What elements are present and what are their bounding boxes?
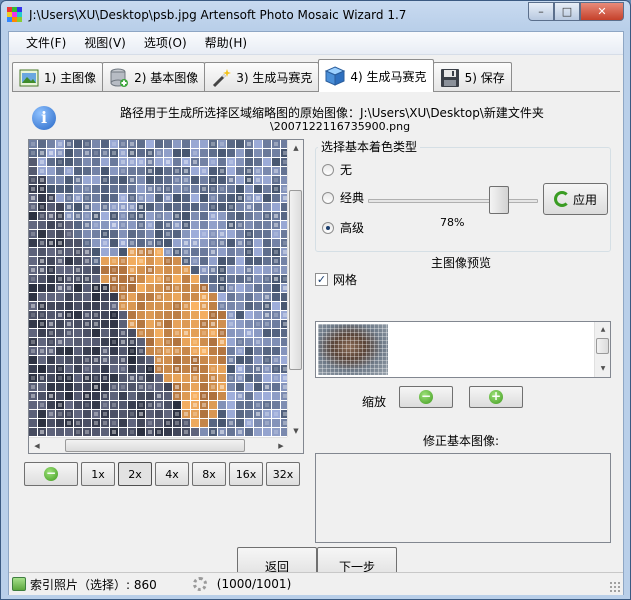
resize-grip-icon[interactable] (609, 581, 621, 593)
database-icon (110, 68, 129, 87)
apply-label: 应用 (572, 192, 597, 207)
preview-zoom-in-button[interactable]: + (469, 386, 523, 408)
minimize-button[interactable]: – (528, 2, 554, 21)
grid-checkbox[interactable]: ✓ 网格 (315, 271, 357, 288)
app-window: J:\Users\XU\Desktop\psb.jpg Artensoft Ph… (0, 0, 631, 600)
tab-base-images[interactable]: 2) 基本图像 (102, 62, 206, 92)
progress-status: (1000/1001) (216, 577, 292, 591)
preview-title: 主图像预览 (431, 256, 492, 270)
tab-generate-mosaic[interactable]: 3) 生成马赛克 (204, 62, 320, 92)
radio-classic[interactable]: 经典 (322, 189, 364, 206)
zoom-32x-button[interactable]: 32x (266, 462, 300, 486)
menu-bar: 文件(F) 视图(V) 选项(O) 帮助(H) (9, 32, 623, 55)
minus-icon: − (44, 466, 58, 481)
tab-label: 2) 基本图像 (134, 71, 199, 85)
tab-page: i 路径用于生成所选择区域缩略图的原始图像：J:\Users\XU\Deskto… (12, 91, 620, 585)
vertical-scroll-thumb[interactable] (289, 190, 302, 370)
scroll-up-arrow-icon[interactable]: ▲ (595, 322, 611, 338)
zoom-8x-button[interactable]: 8x (192, 462, 226, 486)
radio-indicator-selected (322, 221, 334, 234)
preview-zoom-label: 缩放 (362, 395, 387, 409)
plus-icon: + (489, 389, 503, 404)
checkbox-checked-icon: ✓ (315, 273, 328, 286)
zoom-1x-button[interactable]: 1x (81, 462, 115, 486)
scroll-corner (287, 437, 303, 453)
radio-label: 无 (340, 163, 353, 177)
color-strength-slider[interactable] (368, 199, 538, 203)
zoom-2x-button[interactable]: 2x (118, 462, 152, 486)
scroll-down-arrow-icon[interactable]: ▼ (595, 361, 611, 377)
fix-base-images-title: 修正基本图像: (423, 434, 500, 448)
preview-zoom-out-button[interactable]: − (399, 386, 453, 408)
magic-wand-icon (213, 68, 232, 87)
minus-icon: − (419, 389, 433, 404)
maximize-button[interactable]: □ (554, 2, 580, 21)
radio-label: 高级 (340, 221, 365, 235)
menu-help[interactable]: 帮助(H) (196, 33, 256, 53)
mosaic-image[interactable] (29, 140, 289, 439)
menu-file[interactable]: 文件(F) (17, 33, 75, 53)
zoom-out-button[interactable]: − (24, 462, 78, 486)
client-area: 文件(F) 视图(V) 选项(O) 帮助(H) 1) 主图像 2) 基本图像 3… (8, 31, 624, 595)
preview-thumbnail (318, 324, 388, 375)
apply-button[interactable]: 应用 (543, 183, 608, 215)
scroll-left-arrow-icon[interactable]: ◀ (29, 438, 45, 453)
title-bar[interactable]: J:\Users\XU\Desktop\psb.jpg Artensoft Ph… (1, 1, 630, 31)
tab-label: 1) 主图像 (44, 71, 97, 85)
source-file-name: \2007122116735900.png (270, 120, 411, 133)
scroll-up-arrow-icon[interactable]: ▲ (288, 140, 303, 156)
radio-none[interactable]: 无 (322, 161, 352, 178)
tab-label: 5) 保存 (464, 71, 505, 85)
radio-label: 经典 (340, 191, 365, 205)
refresh-icon (553, 191, 570, 207)
radio-indicator (322, 163, 334, 176)
menu-options[interactable]: 选项(O) (135, 33, 196, 53)
mosaic-viewer[interactable]: ▲ ▼ ◀ ▶ (28, 139, 304, 454)
vertical-scrollbar[interactable]: ▲ ▼ (287, 140, 303, 439)
status-bar: 索引照片（选择）: 860 (1000/1001) (9, 572, 623, 595)
source-path-text: 路径用于生成所选择区域缩略图的原始图像：J:\Users\XU\Desktop\… (120, 106, 544, 120)
fix-base-images-list[interactable] (315, 453, 611, 543)
preview-scroll-thumb[interactable] (596, 338, 609, 354)
horizontal-scrollbar[interactable]: ◀ ▶ (29, 437, 289, 453)
zoom-4x-button[interactable]: 4x (155, 462, 189, 486)
close-button[interactable]: ✕ (580, 2, 624, 21)
grid-label: 网格 (333, 273, 358, 287)
color-strength-value: 78% (440, 216, 465, 229)
tab-save[interactable]: 5) 保存 (432, 62, 512, 92)
color-type-title: 选择基本着色类型 (318, 138, 421, 155)
menu-view[interactable]: 视图(V) (75, 33, 135, 53)
main-image-icon (19, 69, 39, 86)
photos-icon (12, 577, 26, 591)
radio-indicator (322, 191, 334, 204)
tab-generate-mosaic-active[interactable]: 4) 生成马赛克 (318, 59, 434, 92)
spinner-icon (192, 577, 207, 591)
zoom-16x-button[interactable]: 16x (229, 462, 263, 486)
index-photos-status: 索引照片（选择）: 860 (30, 577, 157, 592)
color-strength-slider-thumb[interactable] (489, 186, 509, 214)
tab-main-image[interactable]: 1) 主图像 (12, 62, 104, 92)
horizontal-scroll-thumb[interactable] (65, 439, 245, 452)
tab-label: 3) 生成马赛克 (236, 71, 313, 85)
cube-icon (325, 66, 346, 86)
info-icon: i (32, 106, 56, 130)
main-image-preview[interactable]: ▲ ▼ (315, 321, 611, 378)
floppy-disk-icon (440, 68, 459, 87)
radio-advanced[interactable]: 高级 (322, 219, 364, 236)
app-icon (7, 7, 22, 22)
wizard-tabs: 1) 主图像 2) 基本图像 3) 生成马赛克 4) 生成马赛克 5) 保存 (12, 59, 512, 92)
window-title: J:\Users\XU\Desktop\psb.jpg Artensoft Ph… (29, 8, 407, 22)
preview-scrollbar[interactable]: ▲ ▼ (594, 322, 610, 377)
tab-label: 4) 生成马赛克 (350, 69, 427, 84)
zoom-toolbar: − 1x 2x 4x 8x 16x 32x (24, 462, 303, 486)
